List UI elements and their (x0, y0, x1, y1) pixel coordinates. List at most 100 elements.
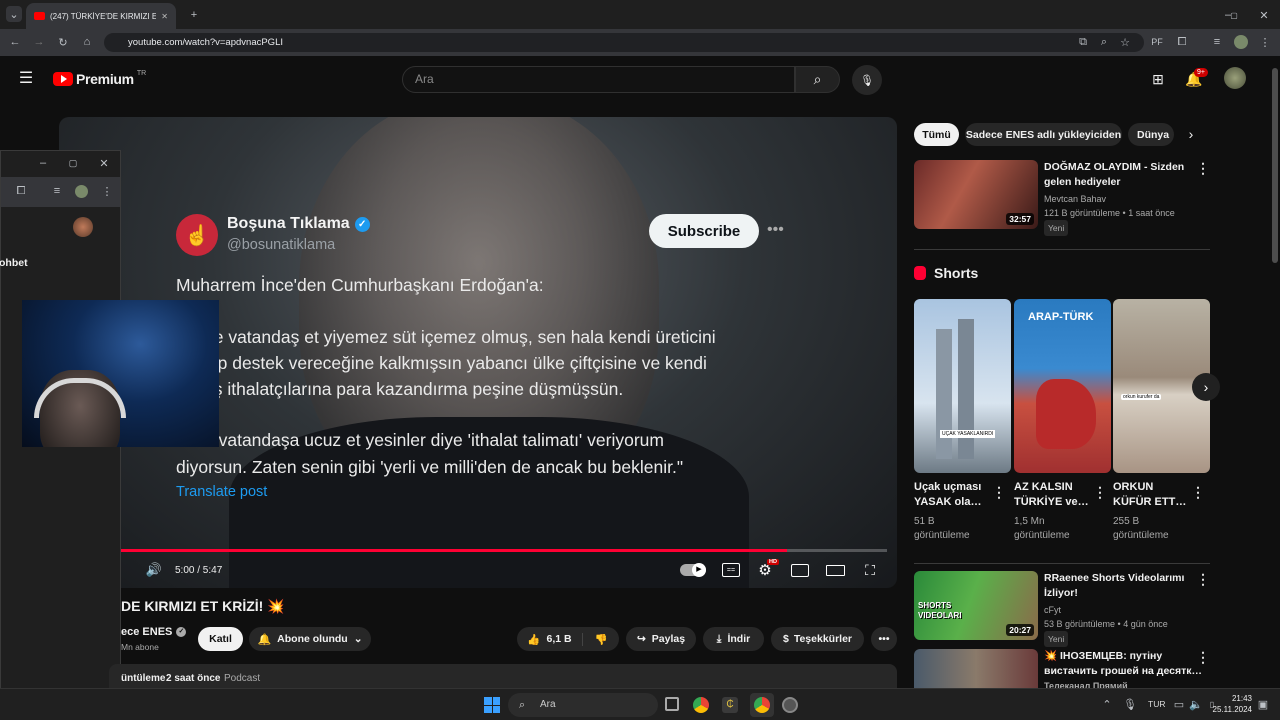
search-button[interactable]: ⌕ (795, 66, 840, 93)
overlay-profile-avatar[interactable] (75, 185, 88, 198)
overlay-close-icon[interactable]: ✕ (98, 157, 110, 170)
browser-tab[interactable]: (247) TÜRKİYE'DE KIRMIZI ET K… ✕ (26, 3, 176, 29)
video-progress-bar[interactable] (120, 549, 887, 552)
start-windows-icon[interactable] (484, 697, 500, 713)
hamburger-menu-icon[interactable]: ☰ (16, 70, 36, 87)
dislike-button[interactable]: 👎 (583, 633, 619, 646)
logo-text: Premium (76, 71, 134, 87)
fullscreen-icon[interactable]: ⛶ (862, 562, 878, 578)
overlay-kebab-icon[interactable]: ⋮ (101, 185, 113, 198)
page-scrollbar[interactable] (1270, 56, 1280, 688)
overlay-minimize-icon[interactable]: – (37, 157, 49, 169)
thanks-button[interactable]: $ Teşekkürler (771, 627, 864, 651)
taskbar-search[interactable]: ⌕ Ara (508, 693, 658, 717)
close-window-icon[interactable]: ✕ (1256, 7, 1272, 23)
short-title-2[interactable]: AZ KALSIN TÜRKİYE ve… (1014, 480, 1089, 510)
chips-next-chevron-icon[interactable]: › (1184, 126, 1198, 142)
video-options-icon[interactable]: ⋮ (1196, 160, 1210, 177)
video-options-icon[interactable]: ⋮ (1196, 649, 1210, 666)
description-box[interactable]: üntüleme 2 saat önce Podcast (109, 664, 897, 688)
youtube-premium-logo[interactable]: Premium TR (53, 70, 146, 87)
download-label: İndir (727, 633, 751, 645)
like-button[interactable]: 👍 6,1 B (517, 632, 583, 646)
tab-search-icon[interactable]: ⌄ (6, 6, 22, 22)
app-icon[interactable] (782, 697, 798, 713)
app-icon[interactable]: ₵ (722, 697, 738, 713)
volume-icon[interactable]: 🔈 (1189, 698, 1203, 711)
bookmark-star-icon[interactable]: ☆ (1118, 35, 1132, 49)
back-icon[interactable]: ← (8, 35, 22, 49)
overlay-extensions-icon[interactable]: ⧠ (15, 185, 27, 197)
video-thumbnail-3[interactable] (914, 649, 1038, 688)
overlay-media-icon[interactable]: ≡ (51, 185, 63, 197)
chip-world[interactable]: Dünya (1128, 123, 1174, 146)
desc-views: üntüleme (121, 673, 166, 684)
video-channel-1[interactable]: Mevtcan Bahav (1044, 192, 1175, 206)
join-button[interactable]: Katıl (198, 627, 243, 651)
notification-center-icon[interactable]: ▣ (1257, 698, 1269, 711)
notification-count: 9+ (1194, 68, 1208, 77)
overlay-maximize-icon[interactable]: ▢ (67, 157, 79, 169)
chip-uploader[interactable]: Sadece ENES adlı yükleyiciden (965, 123, 1122, 146)
forward-icon[interactable]: → (32, 35, 46, 49)
new-tab-icon[interactable]: + (186, 7, 202, 23)
clock[interactable]: 21:43 25.11.2024 (1212, 693, 1252, 715)
video-thumbnail-1[interactable]: 32:57 (914, 160, 1038, 229)
video-thumbnail-2[interactable]: SHORTS VIDEOLARI 20:27 (914, 571, 1038, 640)
search-input[interactable]: Ara (402, 66, 795, 93)
reload-icon[interactable]: ↻ (56, 35, 70, 49)
like-count: 6,1 B (546, 632, 572, 645)
download-button[interactable]: ⤓ İndir (703, 627, 764, 651)
short-thumbnail-2[interactable]: ARAP-TÜRK (1014, 299, 1111, 473)
profile-avatar[interactable] (1234, 35, 1248, 49)
extension-pf-icon[interactable]: PF (1150, 35, 1164, 49)
chrome-icon[interactable] (693, 697, 709, 713)
download-icon: ⤓ (716, 632, 722, 645)
video-title-2[interactable]: RRaenee Shorts Videolarımı İzliyor! (1044, 571, 1184, 601)
post-more-icon: ••• (767, 221, 784, 238)
subscribed-button[interactable]: 🔔 Abone olundu ⌄ (249, 627, 371, 651)
overlay-toolbar: ⧠ ≡ ⋮ (1, 177, 120, 207)
short-title-1[interactable]: Uçak uçması YASAK ola… (914, 480, 981, 510)
chip-all[interactable]: Tümü (914, 123, 959, 146)
subtitles-icon[interactable]: == (722, 563, 740, 577)
video-title-1[interactable]: DOĞMAZ OLAYDIM - Sizden gelen hediyeler (1044, 160, 1184, 190)
channel-name-row[interactable]: ece ENES ✓ (121, 626, 187, 638)
network-icon[interactable]: ▭ (1173, 698, 1185, 711)
create-icon[interactable]: ⊞ (1148, 70, 1168, 88)
share-button[interactable]: ↪ Paylaş (626, 627, 696, 651)
short-options-icon[interactable]: ⋮ (1093, 484, 1107, 501)
volume-icon[interactable]: 🔊 (146, 562, 162, 578)
desc-tag[interactable]: Podcast (224, 673, 260, 684)
cast-icon[interactable]: ⧉ (1076, 35, 1090, 49)
video-title-3[interactable]: 💥 ІНОЗЕМЦЕВ: путіну вистачить грошей на д… (1044, 649, 1202, 688)
home-icon[interactable]: ⌂ (80, 35, 94, 49)
short-thumbnail-1[interactable]: UÇAK YASAKLANIRDI (914, 299, 1011, 473)
menu-kebab-icon[interactable]: ⋮ (1258, 35, 1272, 49)
tray-chevron-icon[interactable]: ⌃ (1101, 698, 1113, 711)
zoom-icon[interactable]: ⌕ (1097, 35, 1111, 49)
media-controls-icon[interactable]: ≡ (1210, 35, 1224, 49)
miniplayer-icon[interactable] (791, 564, 809, 577)
short-options-icon[interactable]: ⋮ (1191, 484, 1205, 501)
account-avatar[interactable] (1224, 67, 1246, 89)
language-indicator[interactable]: TUR (1148, 699, 1165, 709)
voice-search-button[interactable]: 🎙 (852, 65, 882, 95)
chrome-icon[interactable] (754, 697, 770, 713)
theater-mode-icon[interactable] (826, 565, 845, 576)
extensions-puzzle-icon[interactable]: ⧠ (1175, 35, 1189, 49)
task-view-icon[interactable] (665, 697, 679, 711)
short-options-icon[interactable]: ⋮ (992, 484, 1006, 501)
maximize-icon[interactable]: ▢ (1226, 7, 1242, 23)
tray-mic-icon[interactable]: 🎙 (1123, 698, 1137, 711)
channel-name[interactable]: ece ENES (121, 626, 172, 638)
more-actions-button[interactable]: ••• (871, 627, 897, 651)
video-options-icon[interactable]: ⋮ (1196, 571, 1210, 588)
verified-check-icon: ✓ (354, 216, 370, 232)
autoplay-toggle[interactable]: ▶ (680, 563, 706, 577)
short-title-3[interactable]: ORKUN KÜFÜR ETT… (1113, 480, 1186, 510)
address-bar[interactable]: youtube.com/watch?v=apdvnacPGLI (104, 33, 1144, 52)
tab-close-icon[interactable]: ✕ (161, 12, 168, 21)
shorts-next-chevron-icon[interactable]: › (1192, 373, 1220, 401)
video-channel-2[interactable]: cFyt (1044, 603, 1168, 617)
